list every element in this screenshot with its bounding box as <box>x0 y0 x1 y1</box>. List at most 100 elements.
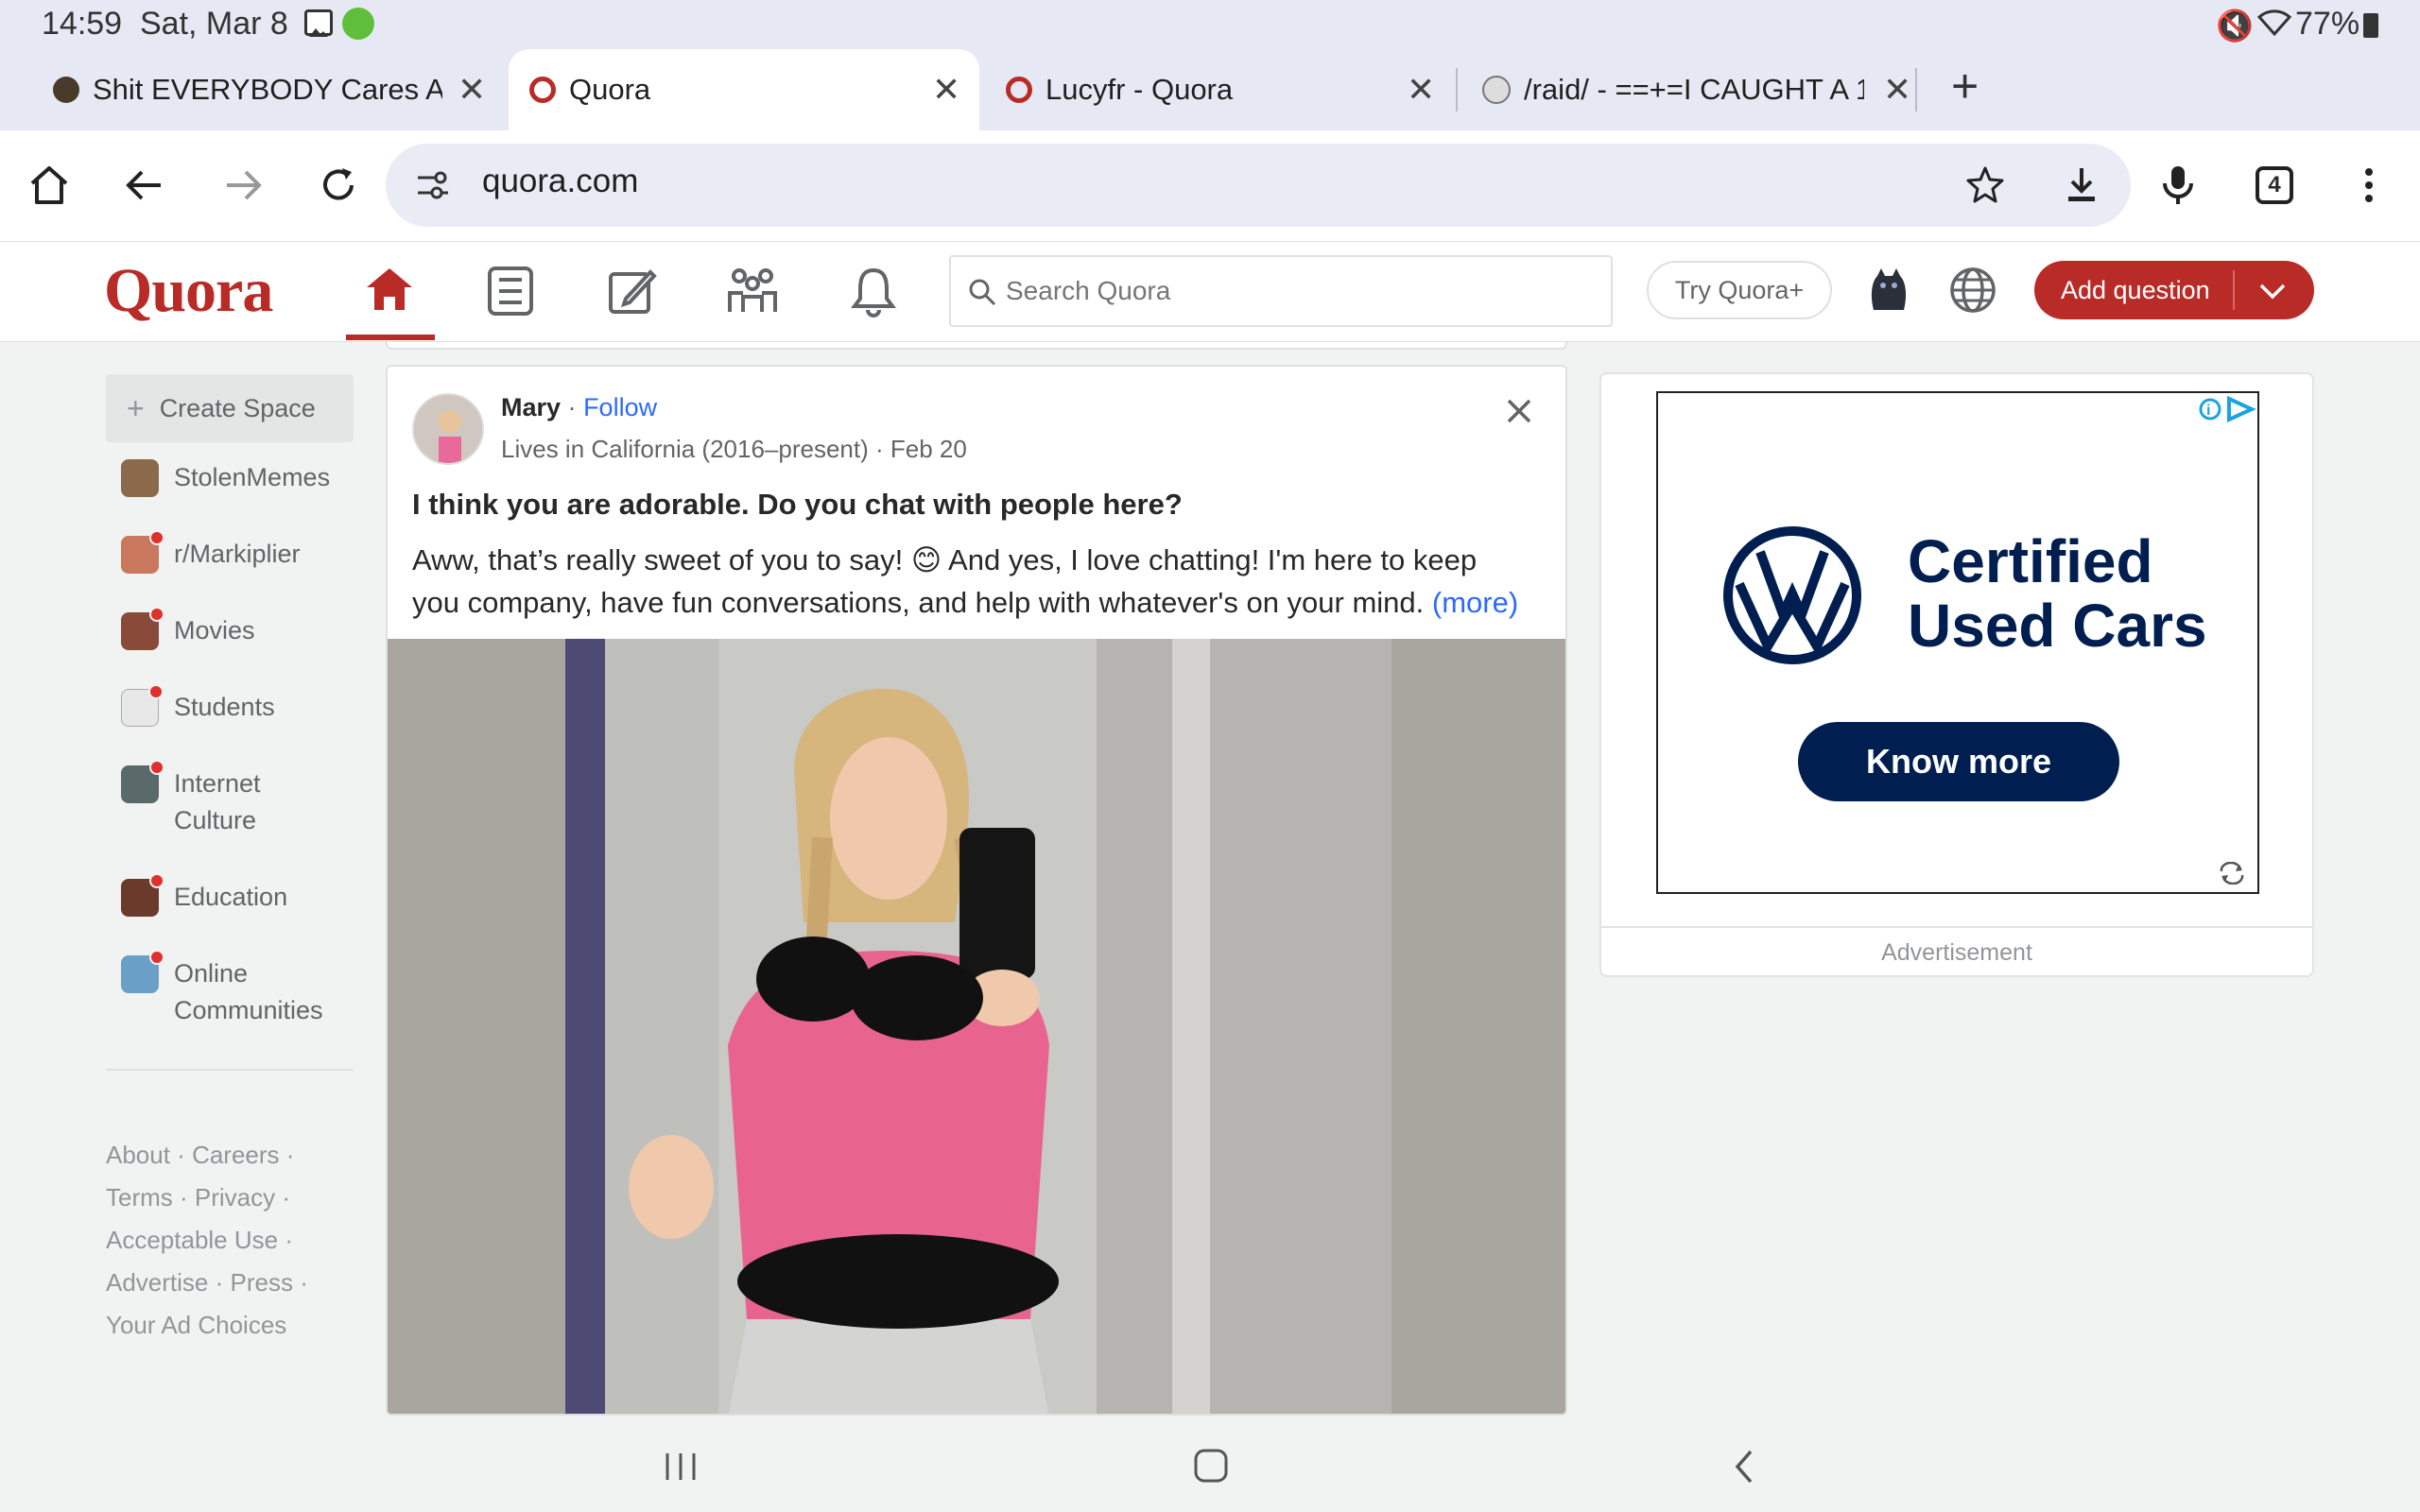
space-label: Students <box>174 693 275 721</box>
chevron-down-icon[interactable] <box>2257 278 2288 304</box>
tab-switcher-button[interactable]: 4 <box>2256 166 2293 204</box>
answer-card: Mary · Follow Lives in California (2016–… <box>386 365 1567 1416</box>
tab-favicon <box>53 77 79 103</box>
add-question-button[interactable]: Add question <box>2034 261 2314 319</box>
footer-link-terms[interactable]: Terms <box>106 1183 173 1211</box>
quora-logo[interactable]: Quora <box>104 255 273 327</box>
close-tab-icon[interactable]: ✕ <box>932 70 960 110</box>
status-bar: 14:59 Sat, Mar 8 🔇 77% <box>0 0 2420 49</box>
address-bar[interactable]: quora.com <box>386 144 2131 227</box>
footer-link-about[interactable]: About <box>106 1141 170 1169</box>
footer-link-careers[interactable]: Careers <box>192 1141 279 1169</box>
reload-icon[interactable] <box>316 163 361 208</box>
footer-link-ad-choices[interactable]: Your Ad Choices <box>106 1311 286 1339</box>
previous-card-edge <box>386 342 1567 350</box>
unread-dot <box>149 950 164 965</box>
ad-headline: Used Cars <box>1908 592 2207 660</box>
tab-raid[interactable]: /raid/ - ==+=I CAUGHT A 16 Y ✕ <box>1463 49 1911 130</box>
overflow-menu-icon[interactable] <box>2358 163 2380 208</box>
recents-icon[interactable] <box>662 1450 700 1484</box>
sidebar-item-stolenmemes[interactable]: StolenMemes <box>106 459 354 536</box>
close-tab-icon[interactable]: ✕ <box>458 70 486 110</box>
new-tab-icon[interactable]: + <box>1951 59 1979 113</box>
more-link[interactable]: (more) <box>1432 586 1518 619</box>
ad-creative[interactable]: i Certified Used Cars Know more <box>1656 391 2259 894</box>
download-icon[interactable] <box>2061 164 2102 206</box>
tab-quora[interactable]: Quora ✕ <box>509 49 979 130</box>
following-feed-icon[interactable] <box>484 265 537 318</box>
unread-dot <box>149 607 164 622</box>
ad-know-more-button[interactable]: Know more <box>1798 722 2119 801</box>
author-name[interactable]: Mary <box>501 393 561 421</box>
status-time: 14:59 <box>42 6 123 42</box>
space-label: Education <box>174 883 288 911</box>
close-icon[interactable] <box>1505 397 1533 425</box>
footer-link-advertise[interactable]: Advertise <box>106 1268 208 1297</box>
notifications-bell-icon[interactable] <box>847 265 900 318</box>
space-label: StolenMemes <box>174 463 331 491</box>
follow-link[interactable]: Follow <box>583 393 657 421</box>
tab-lucyfr-quora[interactable]: Lucyfr - Quora ✕ <box>983 49 1456 130</box>
forward-arrow-icon[interactable] <box>219 163 265 208</box>
language-globe-icon[interactable] <box>1947 265 1998 316</box>
tab-divider <box>1915 68 1917 112</box>
system-nav-bar <box>0 1418 2420 1512</box>
space-label: Online <box>174 959 249 988</box>
answer-photo[interactable] <box>388 639 1565 1414</box>
quora-favicon-icon <box>1006 77 1032 103</box>
tab-title: Lucyfr - Quora <box>1046 73 1234 106</box>
home-nav-icon[interactable] <box>1193 1448 1229 1484</box>
search-input[interactable] <box>1006 270 1592 312</box>
answer-text[interactable]: Aww, that’s really sweet of you to say! … <box>412 539 1547 624</box>
app-notification-icon <box>342 8 374 40</box>
vw-logo-icon <box>1723 526 1861 664</box>
try-quora-plus-button[interactable]: Try Quora+ <box>1647 261 1832 319</box>
space-icon <box>121 760 164 803</box>
author-avatar[interactable] <box>412 393 484 465</box>
back-arrow-icon[interactable] <box>123 163 168 208</box>
sidebar-item-online-communities[interactable]: Online Communities <box>106 950 354 1069</box>
create-space-button[interactable]: + Create Space <box>106 374 354 442</box>
close-tab-icon[interactable]: ✕ <box>1883 70 1911 110</box>
profile-avatar[interactable] <box>1862 263 1915 316</box>
footer-link-press[interactable]: Press <box>231 1268 293 1297</box>
space-label: Internet <box>174 769 261 798</box>
answer-pencil-icon[interactable] <box>605 265 658 318</box>
unread-dot <box>149 760 164 775</box>
battery-icon <box>2363 13 2378 38</box>
search-box[interactable] <box>949 255 1613 327</box>
sidebar-item-students[interactable]: Students <box>106 684 354 765</box>
tab-shit-everybody[interactable]: Shit EVERYBODY Cares Abou ✕ <box>0 49 501 130</box>
home-icon[interactable] <box>363 263 416 316</box>
question-title[interactable]: I think you are adorable. Do you chat wi… <box>412 488 1183 522</box>
quora-favicon-icon <box>529 77 556 103</box>
button-divider <box>2233 270 2235 310</box>
url-text[interactable]: quora.com <box>482 163 638 200</box>
space-icon <box>121 607 164 650</box>
microphone-icon[interactable] <box>2157 163 2199 208</box>
close-tab-icon[interactable]: ✕ <box>1407 70 1435 110</box>
footer-link-privacy[interactable]: Privacy <box>195 1183 275 1211</box>
refresh-ad-icon[interactable] <box>2218 862 2246 885</box>
back-nav-icon[interactable] <box>1730 1448 1758 1486</box>
bookmark-star-icon[interactable] <box>1964 164 2006 206</box>
tab-strip: Shit EVERYBODY Cares Abou ✕ Quora ✕ Lucy… <box>0 49 2420 130</box>
sidebar-item-internet-culture[interactable]: Internet Culture <box>106 760 354 879</box>
sidebar-divider <box>106 1069 354 1071</box>
space-icon <box>121 950 164 993</box>
sidebar-item-education[interactable]: Education <box>106 873 354 955</box>
space-label: r/Markiplier <box>174 540 301 568</box>
ad-card: i Certified Used Cars Know more Advertis… <box>1599 372 2314 977</box>
space-icon <box>121 530 164 574</box>
sidebar-item-movies[interactable]: Movies <box>106 607 354 689</box>
gallery-icon <box>304 9 333 37</box>
unread-dot <box>148 684 164 699</box>
sidebar-item-markiplier[interactable]: r/Markiplier <box>106 530 354 612</box>
adchoices-icon[interactable]: i <box>2197 395 2257 423</box>
site-settings-icon[interactable] <box>414 166 452 204</box>
footer-link-acceptable-use[interactable]: Acceptable Use <box>106 1226 278 1254</box>
spaces-icon[interactable] <box>726 265 779 318</box>
home-icon[interactable] <box>26 163 72 208</box>
space-icon <box>121 459 159 497</box>
tab-divider <box>1456 68 1458 112</box>
